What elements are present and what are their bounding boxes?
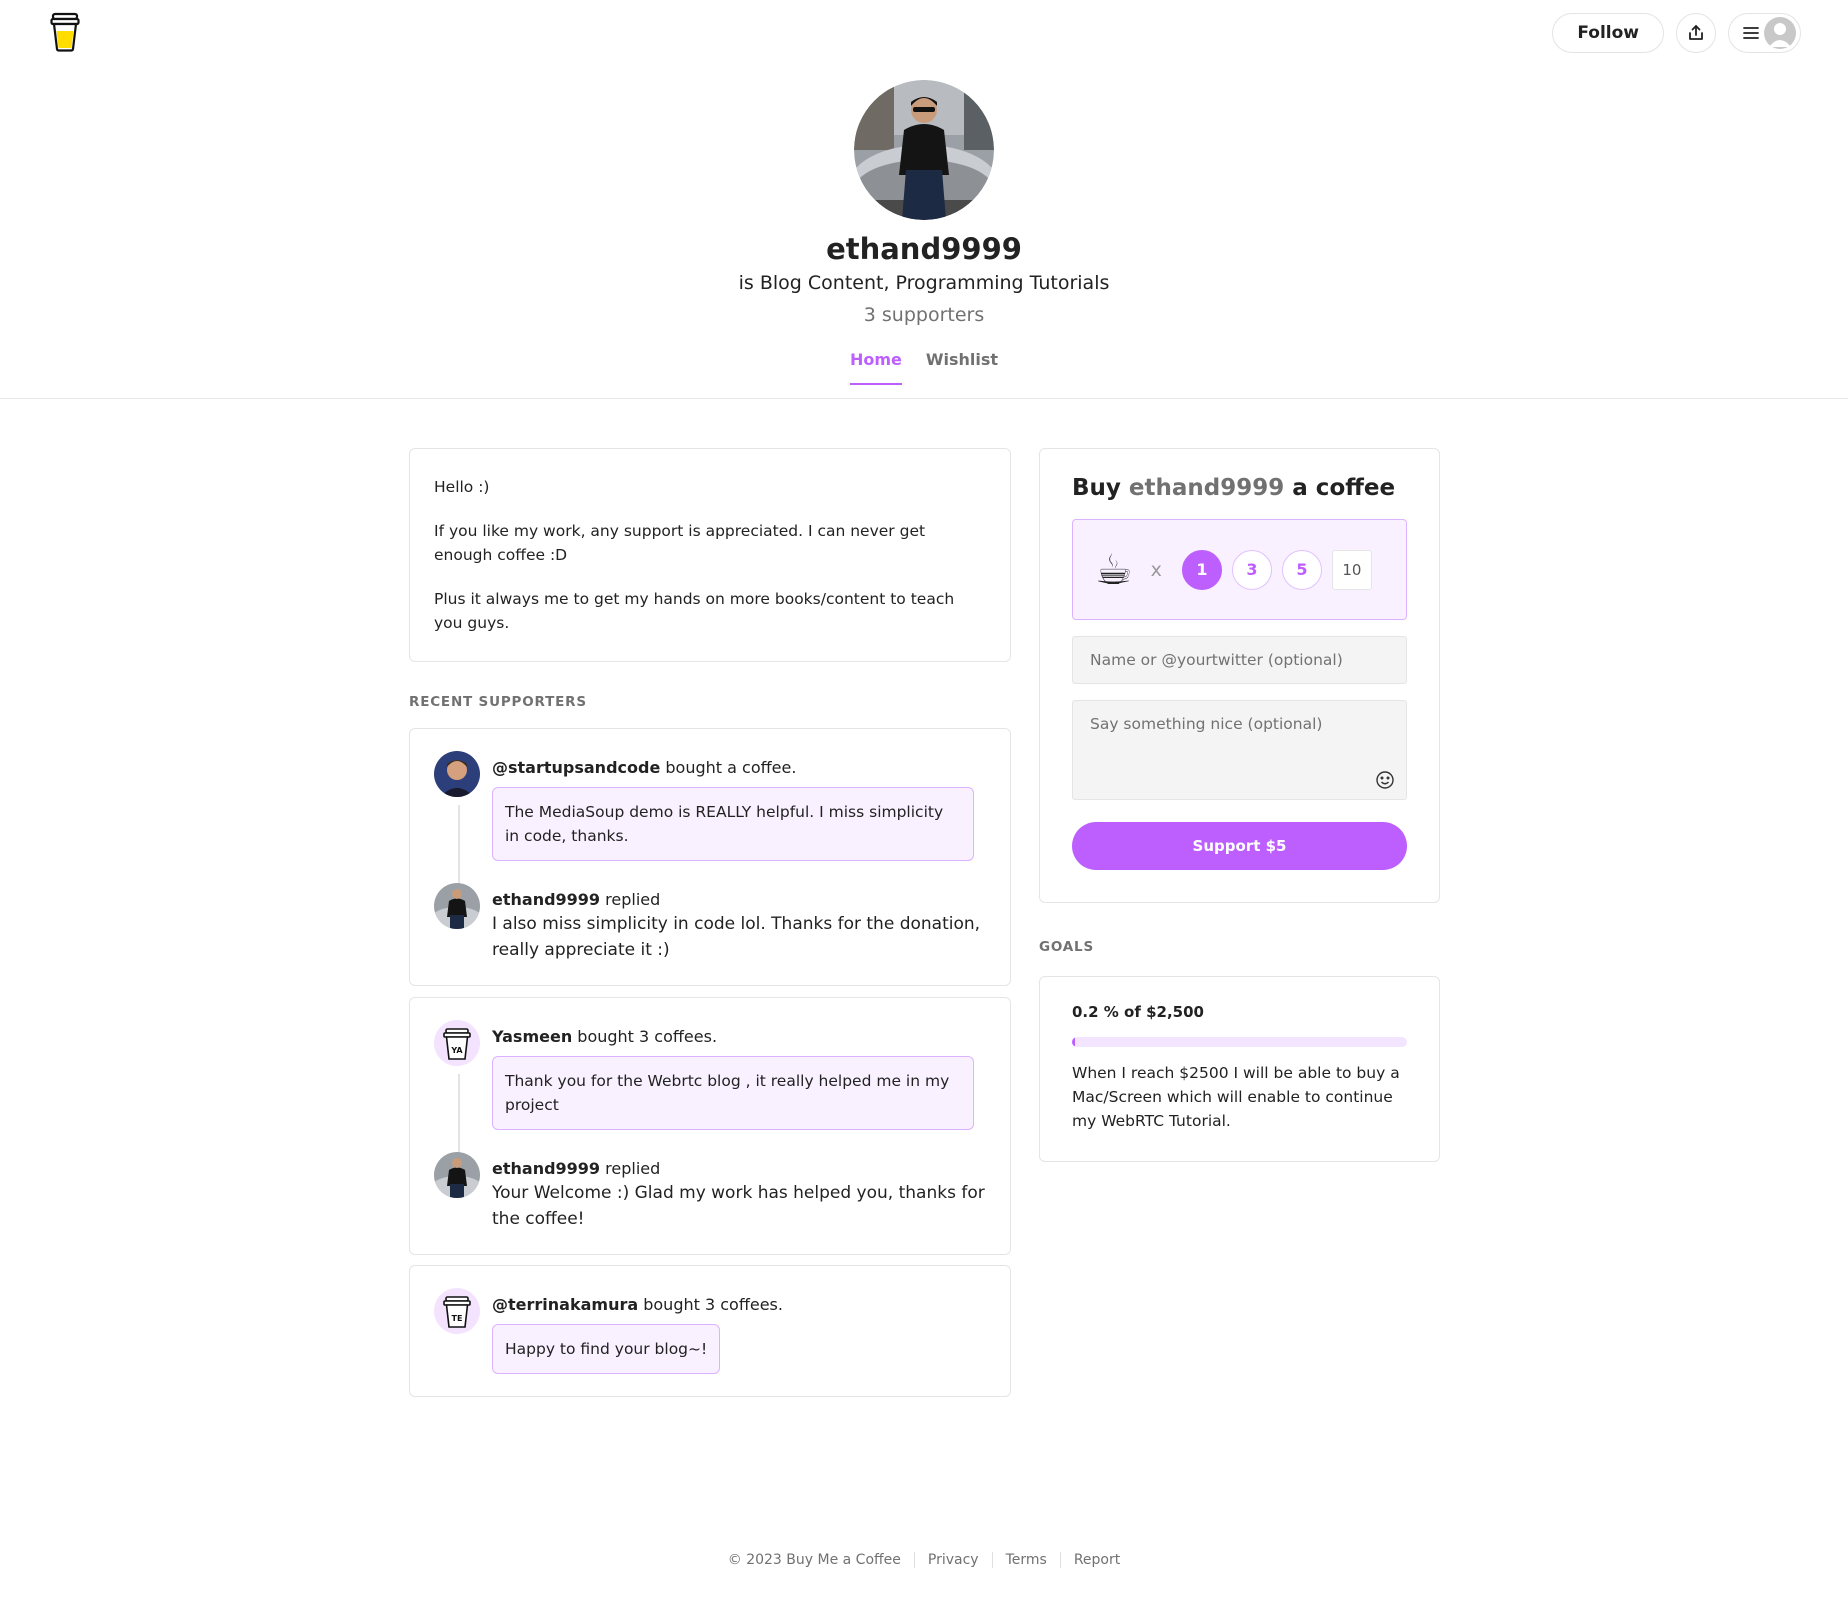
supporter-name[interactable]: @terrinakamura (492, 1295, 638, 1314)
profile-header: ethand9999 is Blog Content, Programming … (0, 80, 1848, 385)
buy-title-name: ethand9999 (1128, 475, 1285, 501)
supporter-entry: TE @terrinakamura bought 3 coffees. Happ… (434, 1288, 986, 1374)
hamburger-icon (1743, 27, 1759, 39)
reply-author: ethand9999 (492, 890, 601, 909)
profile-avatar (854, 80, 994, 220)
footer-copyright: © 2023 Buy Me a Coffee (727, 1552, 901, 1568)
tab-wishlist[interactable]: Wishlist (926, 350, 998, 385)
footer-link-report[interactable]: Report (1074, 1552, 1120, 1568)
reply-text: I also miss simplicity in code lol. Than… (492, 914, 981, 960)
supporter-message: The MediaSoup demo is REALLY helpful. I … (492, 787, 974, 861)
goal-card: 0.2 % of $2,500 When I reach $2500 I wil… (1039, 976, 1440, 1162)
supporter-name[interactable]: Yasmeen (492, 1027, 572, 1046)
quantity-selector: ☕ x 1 3 5 10 (1072, 519, 1407, 620)
reply-action: replied (605, 890, 661, 909)
supporter-message: Happy to find your blog~! (492, 1324, 721, 1374)
supporter-card: @startupsandcode bought a coffee. The Me… (409, 728, 1011, 986)
goal-progress-text: 0.2 % of $2,500 (1072, 1003, 1204, 1021)
quantity-option-5[interactable]: 5 (1281, 549, 1322, 590)
buy-coffee-card: Buy ethand9999 a coffee ☕ x 1 3 5 10 Sup… (1039, 448, 1440, 903)
supporter-cup-avatar-icon: TE (434, 1288, 480, 1334)
creator-avatar (434, 883, 480, 929)
about-card: Hello :) If you like my work, any suppor… (409, 448, 1011, 662)
user-avatar-icon (1764, 17, 1796, 49)
goals-heading: GOALS (1039, 939, 1094, 955)
supporter-cup-avatar-icon: YA (434, 1020, 480, 1066)
creator-reply: ethand9999 replied I also miss simplicit… (434, 883, 986, 963)
quantity-option-1[interactable]: 1 (1181, 549, 1222, 590)
follow-button[interactable]: Follow (1552, 13, 1664, 53)
supporter-card: TE @terrinakamura bought 3 coffees. Happ… (409, 1265, 1011, 1397)
supporter-entry: YA Yasmeen bought 3 coffees. Thank you f… (434, 1020, 986, 1130)
supporter-count: 3 supporters (863, 304, 985, 326)
footer: © 2023 Buy Me a Coffee Privacy Terms Rep… (0, 1552, 1848, 1568)
supporter-name[interactable]: @startupsandcode (492, 758, 660, 777)
reply-author: ethand9999 (492, 1159, 601, 1178)
buymeacoffee-logo-icon[interactable] (50, 12, 80, 52)
recent-supporters-heading: RECENT SUPPORTERS (409, 694, 587, 710)
custom-quantity-input[interactable]: 10 (1331, 549, 1372, 590)
share-icon (1689, 25, 1703, 40)
profile-tagline: is Blog Content, Programming Tutorials (738, 272, 1110, 294)
support-button[interactable]: Support $5 (1072, 822, 1407, 870)
footer-link-terms[interactable]: Terms (1006, 1552, 1047, 1568)
goal-description: When I reach $2500 I will be able to buy… (1072, 1064, 1400, 1130)
supporter-name-input[interactable] (1072, 636, 1407, 684)
buy-title-prefix: Buy (1072, 475, 1121, 501)
creator-avatar (434, 1152, 480, 1198)
header-divider (0, 398, 1848, 399)
about-paragraph: Plus it always me to get my hands on mor… (434, 590, 955, 632)
avatar-initials: YA (450, 1046, 463, 1055)
reply-text: Your Welcome :) Glad my work has helped … (492, 1183, 985, 1229)
supporter-action: bought 3 coffees. (643, 1295, 783, 1314)
goal-progress-bar (1072, 1037, 1407, 1047)
supporter-entry: @startupsandcode bought a coffee. The Me… (434, 751, 986, 861)
buy-title: Buy ethand9999 a coffee (1072, 475, 1407, 501)
supporter-action: bought a coffee. (665, 758, 797, 777)
supporter-avatar (434, 751, 480, 797)
account-menu-button[interactable] (1728, 13, 1801, 53)
multiplier-sign: x (1150, 558, 1162, 581)
message-field-wrapper (1072, 700, 1407, 804)
profile-name: ethand9999 (826, 232, 1022, 266)
about-paragraph: If you like my work, any support is appr… (434, 522, 926, 564)
creator-reply: ethand9999 replied Your Welcome :) Glad … (434, 1152, 986, 1232)
supporter-card: YA Yasmeen bought 3 coffees. Thank you f… (409, 997, 1011, 1255)
goal-progress-fill (1072, 1037, 1075, 1047)
profile-tabs: Home Wishlist (0, 350, 1848, 385)
supporter-message: Thank you for the Webrtc blog , it reall… (492, 1056, 974, 1130)
coffee-cup-icon: ☕ (1095, 544, 1133, 594)
share-button[interactable] (1676, 13, 1716, 53)
buy-title-suffix: a coffee (1292, 475, 1396, 501)
emoji-icon[interactable] (1375, 770, 1395, 790)
tab-home[interactable]: Home (849, 350, 902, 385)
quantity-option-3[interactable]: 3 (1231, 549, 1272, 590)
about-paragraph: Hello :) (434, 478, 490, 496)
footer-link-privacy[interactable]: Privacy (928, 1552, 979, 1568)
avatar-initials: TE (452, 1314, 463, 1323)
support-message-input[interactable] (1072, 700, 1407, 800)
supporter-action: bought 3 coffees. (577, 1027, 718, 1046)
reply-action: replied (605, 1159, 661, 1178)
